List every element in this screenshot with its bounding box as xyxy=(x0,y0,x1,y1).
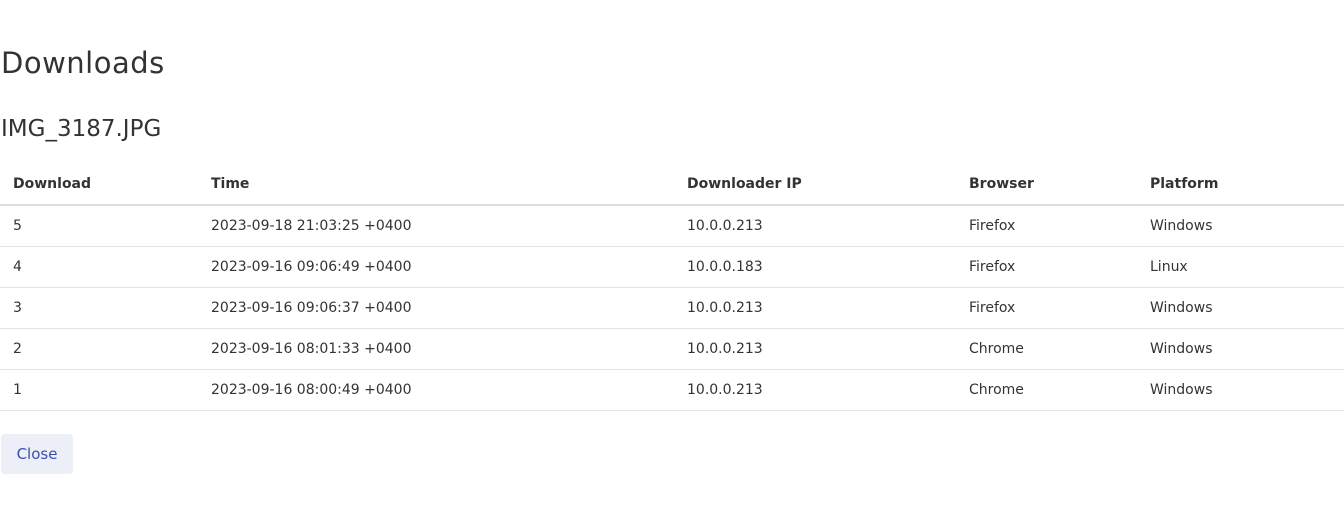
time-cell: 2023-09-16 08:00:49 +0400 xyxy=(211,369,687,411)
table-row: 5 2023-09-18 21:03:25 +0400 10.0.0.213 Fire… xyxy=(0,205,1344,247)
table-header-row: Download Time Downloader IP Browser Plat… xyxy=(0,163,1344,206)
browser-cell: Chrome xyxy=(969,369,1150,411)
table-row: 3 2023-09-16 09:06:37 +0400 10.0.0.213 Fire… xyxy=(0,287,1344,329)
downloader-ip-cell: 10.0.0.213 xyxy=(687,205,969,247)
table-row: 1 2023-09-16 08:00:49 +0400 10.0.0.213 Chro… xyxy=(0,369,1344,411)
column-header-download: Download xyxy=(0,163,211,206)
platform-cell: Windows xyxy=(1150,287,1344,329)
downloader-ip-cell: 10.0.0.213 xyxy=(687,287,969,329)
column-header-platform: Platform xyxy=(1150,163,1344,206)
page-title: Downloads xyxy=(1,46,165,80)
download-number-cell: 2 xyxy=(0,328,211,370)
close-button[interactable]: Close xyxy=(1,434,73,474)
browser-cell: Firefox xyxy=(969,246,1150,288)
file-name-heading: IMG_3187.JPG xyxy=(1,116,162,142)
download-number-cell: 3 xyxy=(0,287,211,329)
download-number-cell: 4 xyxy=(0,246,211,288)
table-row: 2 2023-09-16 08:01:33 +0400 10.0.0.213 Chro… xyxy=(0,328,1344,370)
column-header-ip: Downloader IP xyxy=(687,163,969,206)
downloader-ip-cell: 10.0.0.213 xyxy=(687,369,969,411)
browser-cell: Chrome xyxy=(969,328,1150,370)
downloader-ip-cell: 10.0.0.183 xyxy=(687,246,969,288)
platform-cell: Windows xyxy=(1150,369,1344,411)
download-number-cell: 5 xyxy=(0,205,211,247)
time-cell: 2023-09-16 09:06:49 +0400 xyxy=(211,246,687,288)
browser-cell: Firefox xyxy=(969,205,1150,247)
time-cell: 2023-09-16 09:06:37 +0400 xyxy=(211,287,687,329)
downloads-table: Download Time Downloader IP Browser Plat… xyxy=(0,163,1344,411)
time-cell: 2023-09-18 21:03:25 +0400 xyxy=(211,205,687,247)
time-cell: 2023-09-16 08:01:33 +0400 xyxy=(211,328,687,370)
platform-cell: Windows xyxy=(1150,205,1344,247)
downloader-ip-cell: 10.0.0.213 xyxy=(687,328,969,370)
platform-cell: Linux xyxy=(1150,246,1344,288)
column-header-time: Time xyxy=(211,163,687,206)
browser-cell: Firefox xyxy=(969,287,1150,329)
platform-cell: Windows xyxy=(1150,328,1344,370)
download-number-cell: 1 xyxy=(0,369,211,411)
table-row: 4 2023-09-16 09:06:49 +0400 10.0.0.183 Fire… xyxy=(0,246,1344,288)
column-header-browser: Browser xyxy=(969,163,1150,206)
